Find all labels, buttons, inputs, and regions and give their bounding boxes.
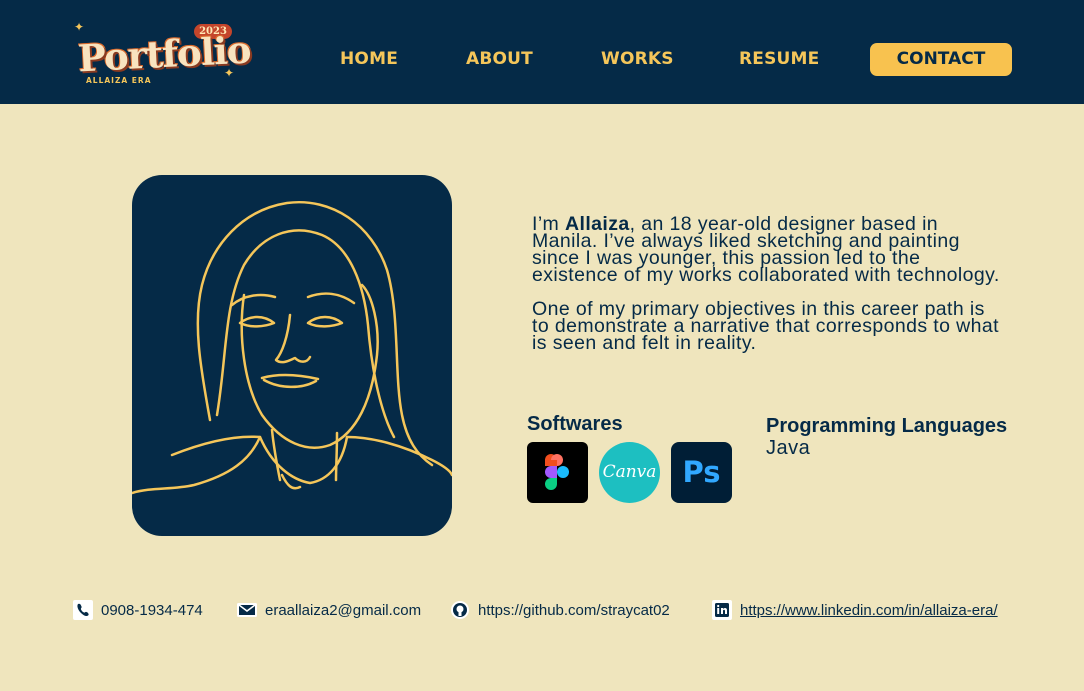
contact-github[interactable]: https://github.com/straycat02 (450, 599, 670, 621)
nav-about[interactable]: ABOUT (466, 49, 533, 71)
contact-phone[interactable]: 0908-1934-474 (73, 599, 203, 621)
contact-email[interactable]: eraallaiza2@gmail.com (237, 599, 421, 621)
top-navigation-bar: ✦ ✦ 2023 Portfolio ALLAIZA ERA HOME ABOU… (0, 0, 1084, 104)
nav-contact-button[interactable]: CONTACT (870, 43, 1012, 76)
email-address: eraallaiza2@gmail.com (265, 601, 422, 619)
github-icon (450, 600, 470, 620)
languages-title: Programming Languages (766, 415, 1008, 437)
contact-linkedin[interactable]: https://www.linkedin.com/in/allaiza-era/ (712, 599, 998, 621)
portrait-illustration (132, 175, 452, 536)
star-icon: ✦ (74, 20, 85, 34)
portrait-line-art (132, 200, 452, 495)
nav-resume[interactable]: RESUME (739, 49, 819, 71)
logo-wordmark: Portfolio (76, 27, 252, 81)
github-link[interactable]: https://github.com/straycat02 (478, 602, 670, 619)
portfolio-logo[interactable]: ✦ ✦ 2023 Portfolio ALLAIZA ERA (74, 18, 252, 90)
languages-value: Java (766, 437, 811, 459)
logo-subtitle: ALLAIZA ERA (86, 76, 152, 85)
linkedin-icon (712, 600, 732, 620)
figma-icon (527, 442, 588, 503)
about-bio: I’m Allaiza, an 18 year-old designer bas… (532, 214, 1002, 369)
phone-icon (73, 600, 93, 620)
bio-paragraph-2: One of my primary objectives in this car… (532, 298, 999, 354)
nav-home[interactable]: HOME (340, 49, 398, 71)
canva-icon: Canva (599, 442, 660, 503)
bio-paragraph-1: I’m Allaiza, an 18 year-old designer bas… (532, 214, 1002, 285)
softwares-title: Softwares (527, 413, 623, 435)
linkedin-link[interactable]: https://www.linkedin.com/in/allaiza-era/ (740, 602, 998, 619)
mail-icon (237, 600, 257, 620)
nav-works[interactable]: WORKS (601, 49, 674, 71)
photoshop-icon: Ps (671, 442, 732, 503)
phone-number: 0908-1934-474 (101, 601, 203, 619)
